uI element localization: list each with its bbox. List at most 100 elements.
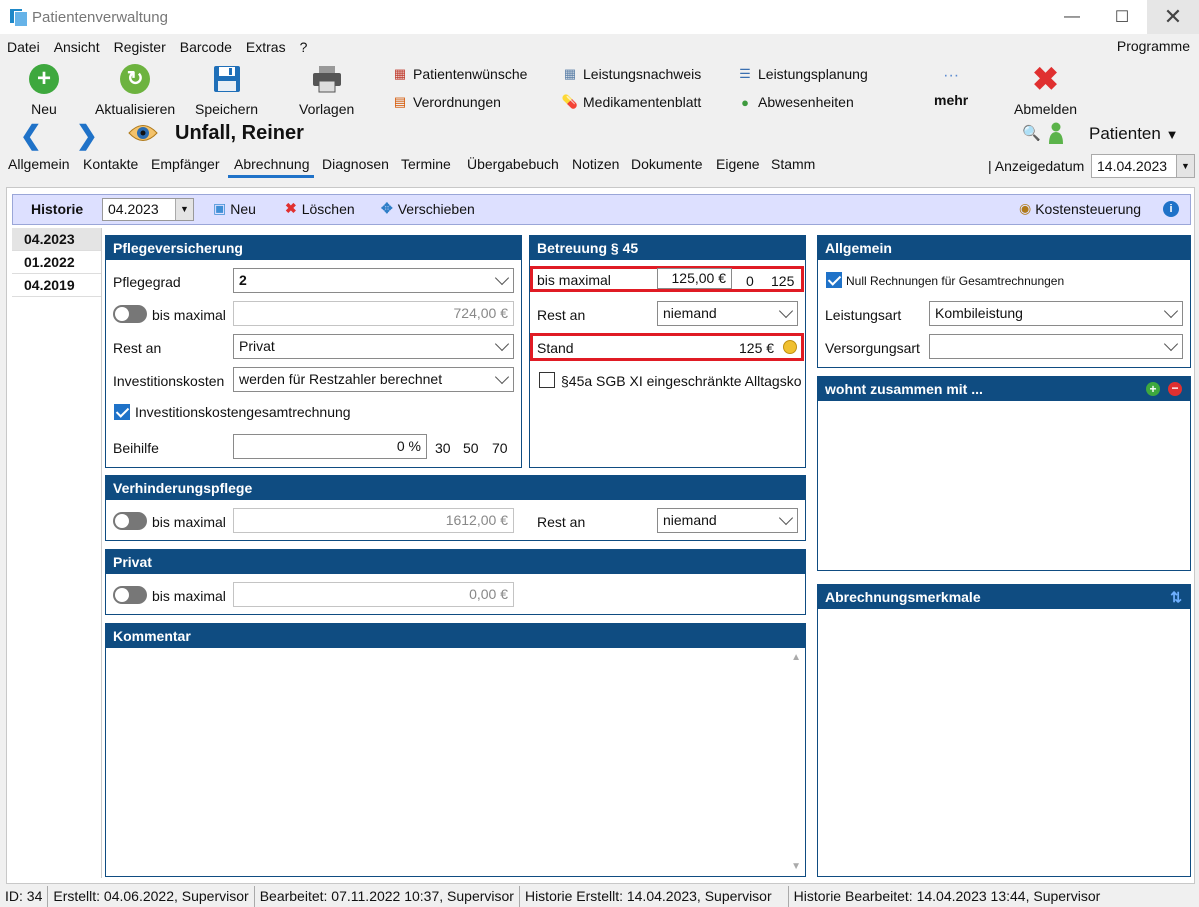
- historie-neu-button[interactable]: ▣ Neu: [213, 200, 256, 217]
- beihilfe-30-button[interactable]: 30: [435, 440, 451, 456]
- aktualisieren-button[interactable]: ↻ Aktualisieren: [95, 63, 175, 117]
- remove-icon[interactable]: −: [1168, 382, 1182, 396]
- sgb-45a-checkbox[interactable]: [539, 372, 555, 388]
- historie-select[interactable]: 04.2023 ▼: [102, 198, 194, 221]
- sort-icon[interactable]: ⇅: [1170, 585, 1182, 609]
- leistungsplanung-button[interactable]: ☰ Leistungsplanung: [737, 66, 868, 82]
- patienten-label: Patienten: [1089, 124, 1161, 143]
- vorlagen-button[interactable]: Vorlagen: [299, 63, 354, 117]
- menu-help[interactable]: ?: [293, 39, 315, 55]
- pflegegrad-select[interactable]: 2: [233, 268, 514, 293]
- betreuung-125-button[interactable]: 125: [771, 273, 794, 289]
- mehr-button[interactable]: ··· mehr: [934, 66, 968, 108]
- eye-icon: [128, 122, 158, 147]
- list-item[interactable]: 04.2019: [12, 274, 101, 297]
- kommentar-textarea[interactable]: [106, 648, 805, 876]
- scroll-down-icon[interactable]: ▼: [791, 861, 801, 872]
- abwesenheiten-button[interactable]: ● Abwesenheiten: [737, 94, 854, 110]
- leistungsnachweis-button[interactable]: ▦ Leistungsnachweis: [562, 66, 701, 82]
- minimize-button[interactable]: —: [1047, 0, 1097, 34]
- tab-termine[interactable]: Termine: [401, 156, 451, 172]
- tab-eigene[interactable]: Eigene: [716, 156, 760, 172]
- menu-register[interactable]: Register: [107, 39, 173, 55]
- coin-icon: [783, 340, 797, 354]
- leistungsnachweis-label: Leistungsnachweis: [583, 66, 702, 82]
- neu-button[interactable]: + Neu: [28, 63, 60, 117]
- grid-icon: ▦: [563, 66, 577, 81]
- rest-an-select[interactable]: Privat: [233, 334, 514, 359]
- tab-dokumente[interactable]: Dokumente: [631, 156, 703, 172]
- patienten-dropdown[interactable]: Patienten ▼: [1089, 124, 1178, 144]
- verhinderung-bis-maximal-toggle[interactable]: [113, 512, 147, 530]
- menu-extras[interactable]: Extras: [239, 39, 293, 55]
- privat-bis-maximal-field[interactable]: 0,00 €: [233, 582, 514, 607]
- add-icon[interactable]: +: [1146, 382, 1160, 396]
- tab-diagnosen[interactable]: Diagnosen: [322, 156, 389, 172]
- dropdown-arrow-icon[interactable]: ▼: [175, 199, 193, 220]
- dropdown-arrow-icon[interactable]: ▼: [1176, 155, 1194, 177]
- investitionskosten-select[interactable]: werden für Restzahler berechnet: [233, 367, 514, 392]
- null-rechnungen-checkbox[interactable]: [826, 272, 842, 288]
- medikamentenblatt-button[interactable]: 💊 Medikamentenblatt: [562, 94, 701, 110]
- investitionskostengesamtrechnung-checkbox[interactable]: [114, 404, 130, 420]
- tab-abrechnung[interactable]: Abrechnung: [228, 156, 314, 178]
- verhinderung-bis-maximal-field[interactable]: 1612,00 €: [233, 508, 514, 533]
- move-icon: ✥: [381, 200, 393, 216]
- beihilfe-50-button[interactable]: 50: [463, 440, 479, 456]
- privat-bis-maximal-toggle[interactable]: [113, 586, 147, 604]
- tab-empfaenger[interactable]: Empfänger: [151, 156, 219, 172]
- search-icon[interactable]: 🔍: [1022, 124, 1041, 142]
- tab-kontakte[interactable]: Kontakte: [83, 156, 138, 172]
- menu-barcode[interactable]: Barcode: [173, 39, 239, 55]
- calendar-icon: ▦: [393, 66, 407, 81]
- anzeigedatum-field[interactable]: 14.04.2023 ▼: [1091, 154, 1195, 178]
- wohnt-zusammen-header: wohnt zusammen mit ... + −: [818, 377, 1190, 401]
- bis-maximal-toggle[interactable]: [113, 305, 147, 323]
- kommentar-panel: Kommentar ▲ ▼: [105, 623, 806, 877]
- allgemein-header: Allgemein: [818, 236, 1190, 260]
- speichern-label: Speichern: [195, 101, 259, 117]
- verhinderungspflege-panel: Verhinderungspflege bis maximal 1612,00 …: [105, 475, 806, 541]
- tab-uebergabebuch[interactable]: Übergabebuch: [467, 156, 559, 172]
- betreuung-bis-maximal-field[interactable]: 125,00 €: [657, 268, 732, 289]
- bis-maximal-label: bis maximal: [152, 307, 226, 323]
- list-item[interactable]: 04.2023: [12, 228, 101, 251]
- back-arrow-icon[interactable]: ❮: [20, 120, 42, 151]
- window-controls: — ☐ ✕: [1047, 0, 1199, 34]
- leistungsart-select[interactable]: Kombileistung: [929, 301, 1183, 326]
- close-button[interactable]: ✕: [1147, 0, 1199, 34]
- beihilfe-70-button[interactable]: 70: [492, 440, 508, 456]
- bis-maximal-field[interactable]: 724,00 €: [233, 301, 514, 326]
- tab-notizen[interactable]: Notizen: [572, 156, 619, 172]
- versorgungsart-select[interactable]: [929, 334, 1183, 359]
- list-item[interactable]: 01.2022: [12, 251, 101, 274]
- betreuung-rest-an-select[interactable]: niemand: [657, 301, 798, 326]
- dropdown-arrow-icon: ▼: [1165, 127, 1179, 142]
- abrechnungsmerkmale-header: Abrechnungsmerkmale ⇅: [818, 585, 1190, 609]
- maximize-button[interactable]: ☐: [1097, 0, 1147, 34]
- historie-verschieben-button[interactable]: ✥ Verschieben: [381, 200, 475, 217]
- kommentar-header: Kommentar: [106, 624, 805, 648]
- wohnt-zusammen-title: wohnt zusammen mit ...: [825, 381, 983, 397]
- menu-ansicht[interactable]: Ansicht: [47, 39, 107, 55]
- tab-allgemein[interactable]: Allgemein: [8, 156, 69, 172]
- historie-verschieben-label: Verschieben: [397, 200, 475, 217]
- betreuung-0-button[interactable]: 0: [746, 273, 754, 289]
- speichern-button[interactable]: Speichern: [195, 63, 258, 117]
- beihilfe-field[interactable]: 0 %: [233, 434, 427, 459]
- info-icon[interactable]: i: [1163, 201, 1179, 217]
- forward-arrow-icon[interactable]: ❯: [76, 120, 98, 151]
- patientenwuensche-button[interactable]: ▦ Patientenwünsche: [392, 66, 528, 82]
- tab-stamm[interactable]: Stamm: [771, 156, 815, 172]
- scroll-up-icon[interactable]: ▲: [791, 652, 801, 663]
- verordnungen-button[interactable]: ▤ Verordnungen: [392, 94, 501, 110]
- mehr-label: mehr: [934, 92, 969, 108]
- menu-programme[interactable]: Programme: [1117, 38, 1190, 54]
- verhinderung-rest-an-select[interactable]: niemand: [657, 508, 798, 533]
- historie-loeschen-button[interactable]: ✖ Löschen: [285, 200, 355, 217]
- abmelden-button[interactable]: ✖ Abmelden: [1014, 61, 1077, 117]
- verhinderung-bis-maximal-label: bis maximal: [152, 514, 226, 530]
- chevron-down-icon: [778, 510, 794, 526]
- menu-datei[interactable]: Datei: [0, 39, 47, 55]
- kostensteuerung-button[interactable]: ◉ Kostensteuerung: [1019, 200, 1141, 217]
